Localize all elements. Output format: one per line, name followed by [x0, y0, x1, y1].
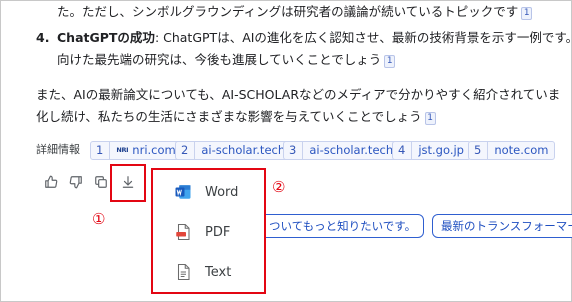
source-link-3[interactable]: 3 ai-scholar.tech [283, 141, 401, 160]
copy-icon[interactable] [93, 174, 109, 190]
export-text-label: Text [205, 264, 232, 280]
text-file-icon [173, 262, 193, 282]
suggestion-chip-2[interactable]: 最新のトランスフォーマー [432, 214, 572, 238]
source-link-2[interactable]: 2 ai-scholar.tech [175, 141, 293, 160]
list-item-continuation: 向けた最先端の研究は、今後も進展していくことでしょう 1 [57, 51, 396, 69]
citation-badge[interactable]: 1 [424, 112, 436, 125]
source-index: 3 [284, 142, 304, 159]
source-site-name: note.com [494, 143, 549, 157]
download-highlight-box [110, 164, 146, 202]
content-line: た。ただし、シンボルグラウンディングは研究者の議論が続いているトピックです 1 [57, 3, 533, 21]
source-index: 2 [176, 142, 196, 159]
export-word-label: Word [205, 184, 239, 200]
citation-badge[interactable]: 1 [384, 55, 396, 68]
source-site: NRI nri.com [110, 142, 181, 159]
nri-logo-icon: NRI [116, 146, 129, 154]
list-item-text: : ChatGPTは、AIの進化を広く認知させ、最新の技術背景を示す一例です。 [154, 30, 572, 45]
export-menu: Word PDF Text [151, 168, 266, 294]
citation-badge[interactable]: 1 [521, 7, 533, 20]
paragraph-line: また、AIの最新論文についても、AI-SCHOLARなどのメディアで分かりやすく… [36, 86, 560, 104]
source-link-4[interactable]: 4 jst.go.jp [392, 141, 471, 160]
pdf-icon [173, 222, 193, 242]
paragraph-line: 化し続け、私たちの生活にさまざまな影響を与えていくことでしょう 1 [36, 108, 436, 126]
source-site-name: jst.go.jp [418, 143, 464, 157]
source-index: 5 [469, 142, 489, 159]
list-item-text: 向けた最先端の研究は、今後も進展していくことでしょう [57, 52, 382, 67]
content-text: た。ただし、シンボルグラウンディングは研究者の議論が続いているトピックです [57, 4, 519, 19]
export-word-option[interactable]: Word [153, 174, 264, 210]
thumbs-up-icon[interactable] [43, 174, 59, 190]
list-item: ChatGPTの成功: ChatGPTは、AIの進化を広く認知させ、最新の技術背… [57, 29, 572, 47]
thumbs-down-icon[interactable] [68, 174, 84, 190]
paragraph-text: また、AIの最新論文についても、AI-SCHOLARなどのメディアで分かりやすく… [36, 87, 561, 102]
export-text-option[interactable]: Text [153, 254, 264, 290]
list-number: 4. [36, 30, 50, 45]
export-pdf-option[interactable]: PDF [153, 214, 264, 250]
source-index: 4 [393, 142, 413, 159]
source-site-name: ai-scholar.tech [309, 143, 394, 157]
export-pdf-label: PDF [205, 224, 231, 240]
list-item-title: ChatGPTの成功 [57, 30, 155, 45]
sources-label: 詳細情報 [36, 143, 80, 156]
source-link-1[interactable]: 1 NRI nri.com [90, 141, 183, 160]
source-link-5[interactable]: 5 note.com [468, 141, 556, 160]
annotation-marker-2: ② [272, 178, 286, 196]
annotation-marker-1: ① [92, 210, 106, 228]
source-site-name: nri.com [132, 143, 176, 157]
word-icon [173, 182, 193, 202]
paragraph-text: 化し続け、私たちの生活にさまざまな影響を与えていくことでしょう [36, 109, 422, 124]
source-index: 1 [91, 142, 111, 159]
source-site-name: ai-scholar.tech [201, 143, 286, 157]
